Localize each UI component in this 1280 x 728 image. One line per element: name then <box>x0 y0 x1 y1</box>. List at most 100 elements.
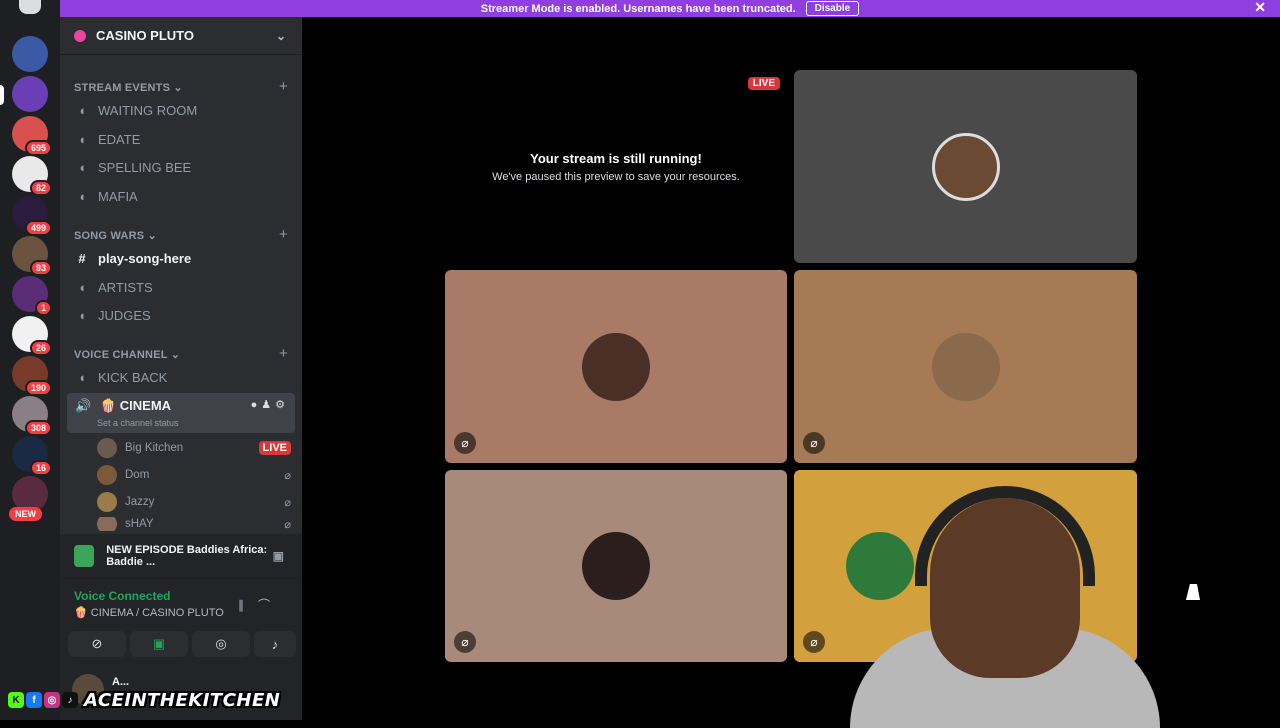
voice-connected-label[interactable]: Voice Connected <box>74 589 170 603</box>
unread-badge: 190 <box>24 380 52 396</box>
channel-cinema[interactable]: 🔊 🍿 CINEMA Set a channel status ●♟⚙ <box>67 393 295 433</box>
server-rail: 695 82 499 93 1 26 190 308 16 NEW <box>0 0 60 720</box>
category-stream-events[interactable]: STREAM EVENTS ⌄ + <box>74 78 288 95</box>
close-icon[interactable]: ✕ <box>1254 0 1266 15</box>
channel-artists[interactable]: ◖ ARTISTS <box>74 275 288 299</box>
server-icon-casino-pluto[interactable] <box>12 76 48 112</box>
voice-user[interactable]: Jazzy ⌀ <box>97 491 291 513</box>
stage-icon: ◖ <box>78 307 86 323</box>
channel-label: SPELLING BEE <box>98 159 192 175</box>
close-activity-icon[interactable]: ▣ <box>273 549 284 563</box>
channel-label: play-song-here <box>98 250 192 266</box>
muted-mic-icon: ⌀ <box>284 496 291 509</box>
channel-label: ARTISTS <box>98 279 153 295</box>
avatar <box>97 517 117 531</box>
paused-stream-tile[interactable]: LIVE Your stream is still running! We've… <box>445 70 787 263</box>
muted-mic-icon: ⌀ <box>284 469 291 482</box>
participant-tile[interactable] <box>794 70 1137 263</box>
unread-badge: 499 <box>24 220 52 236</box>
server-icon[interactable]: 499 <box>12 196 52 236</box>
voice-controls[interactable]: ∥⌒ <box>238 596 284 613</box>
avatar <box>931 132 1000 201</box>
discord-home-icon[interactable] <box>19 0 41 14</box>
username: A... <box>112 676 130 688</box>
speaker-icon: ◖ <box>78 369 86 385</box>
channel-actions[interactable]: ●♟⚙ <box>251 398 289 411</box>
share-screen-button[interactable]: ▣ <box>130 631 188 657</box>
avatar <box>582 532 650 600</box>
voice-user[interactable]: Big Kitchen LIVE <box>97 437 291 459</box>
disable-button[interactable]: Disable <box>805 1 860 16</box>
stage-icon: ◖ <box>78 188 86 204</box>
server-icon[interactable]: 1 <box>12 276 52 316</box>
channel-spelling-bee[interactable]: ◖ SPELLING BEE <box>74 155 288 179</box>
soundboard-icon: ♪ <box>271 636 279 652</box>
server-name: CASINO PLUTO <box>96 28 194 43</box>
server-icon[interactable]: 16 <box>12 436 52 476</box>
avatar <box>97 465 117 485</box>
chevron-down-icon[interactable]: ⌄ <box>276 29 286 43</box>
stage-icon: ◖ <box>78 279 86 295</box>
stage-icon: ◖ <box>78 159 86 175</box>
voice-user[interactable]: Dom ⌀ <box>97 464 291 486</box>
tiktok-icon: ♪ <box>62 692 78 708</box>
server-boost-icon <box>74 29 86 42</box>
participant-tile[interactable]: ⌀ <box>794 270 1137 463</box>
voice-user[interactable]: sHAY ⌀ <box>97 517 291 531</box>
voice-user-name: Big Kitchen <box>125 442 184 454</box>
category-voice-channel[interactable]: VOICE CHANNEL ⌄ + <box>74 345 288 362</box>
category-song-wars[interactable]: SONG WARS ⌄ + <box>74 226 288 243</box>
unread-badge: 16 <box>29 460 52 476</box>
unread-badge: 93 <box>29 260 52 276</box>
server-header[interactable]: CASINO PLUTO ⌄ <box>60 17 302 55</box>
server-icon[interactable]: 26 <box>12 316 52 356</box>
server-icon[interactable]: 190 <box>12 356 52 396</box>
webcam-overlay <box>840 478 1170 728</box>
participant-tile[interactable]: ⌀ <box>445 270 787 463</box>
camera-off-button[interactable]: ⊘ <box>68 631 126 657</box>
category-label: SONG WARS <box>74 230 145 242</box>
social-handle-overlay: K f ◎ ♪ ACEINTHEKITCHEN <box>8 688 280 712</box>
avatar <box>582 332 650 401</box>
activity-panel[interactable]: NEW EPISODE Baddies Africa: Baddie ... ▣ <box>60 534 302 578</box>
server-icon[interactable] <box>12 36 48 72</box>
add-channel-icon[interactable]: + <box>279 345 288 362</box>
server-icon[interactable]: 93 <box>12 236 52 276</box>
channel-label: WAITING ROOM <box>98 102 198 118</box>
instagram-icon: ◎ <box>44 692 60 708</box>
speaker-icon: 🔊 <box>75 398 92 413</box>
channel-status[interactable]: Set a channel status <box>97 418 179 428</box>
screen-share-icon: ▣ <box>152 636 166 651</box>
add-channel-icon[interactable]: + <box>279 78 288 95</box>
unread-badge: 308 <box>24 420 52 436</box>
hashtag-icon: # <box>78 250 86 266</box>
server-selected-pill <box>0 85 4 105</box>
channel-judges[interactable]: ◖ JUDGES <box>74 303 288 327</box>
live-badge: LIVE <box>258 441 291 455</box>
participant-tile[interactable]: ⌀ <box>445 470 787 662</box>
server-icon[interactable]: 82 <box>12 156 52 196</box>
muted-mic-icon: ⌀ <box>803 631 825 653</box>
channel-kick-back[interactable]: ◖ KICK BACK <box>74 365 288 389</box>
avatar <box>97 492 117 512</box>
muted-mic-icon: ⌀ <box>284 518 291 531</box>
channel-waiting-room[interactable]: ◖ WAITING ROOM <box>74 98 288 122</box>
channel-sidebar: CASINO PLUTO ⌄ STREAM EVENTS ⌄ + ◖ WAITIN… <box>60 17 302 720</box>
voice-location[interactable]: 🍿 CINEMA / CASINO PLUTO <box>74 606 224 619</box>
channel-play-song-here[interactable]: # play-song-here <box>74 246 288 270</box>
voice-user-name: Jazzy <box>125 496 155 508</box>
server-icon[interactable]: 695 <box>12 116 52 156</box>
channel-edate[interactable]: ◖ EDATE <box>74 127 288 151</box>
channel-label: EDATE <box>98 131 141 147</box>
headphones-icon <box>915 486 1095 586</box>
new-servers-pill[interactable]: NEW <box>9 507 42 521</box>
gamepad-icon: ◎ <box>215 636 227 651</box>
soundboard-button[interactable]: ♪ <box>254 631 296 657</box>
activities-button[interactable]: ◎ <box>192 631 250 657</box>
stream-paused-subtitle: We've paused this preview to save your r… <box>492 171 740 183</box>
channel-label: KICK BACK <box>98 369 168 385</box>
add-channel-icon[interactable]: + <box>279 226 288 243</box>
app-icon <box>74 545 95 567</box>
channel-mafia[interactable]: ◖ MAFIA <box>74 184 288 208</box>
server-icon[interactable]: 308 <box>12 396 52 436</box>
